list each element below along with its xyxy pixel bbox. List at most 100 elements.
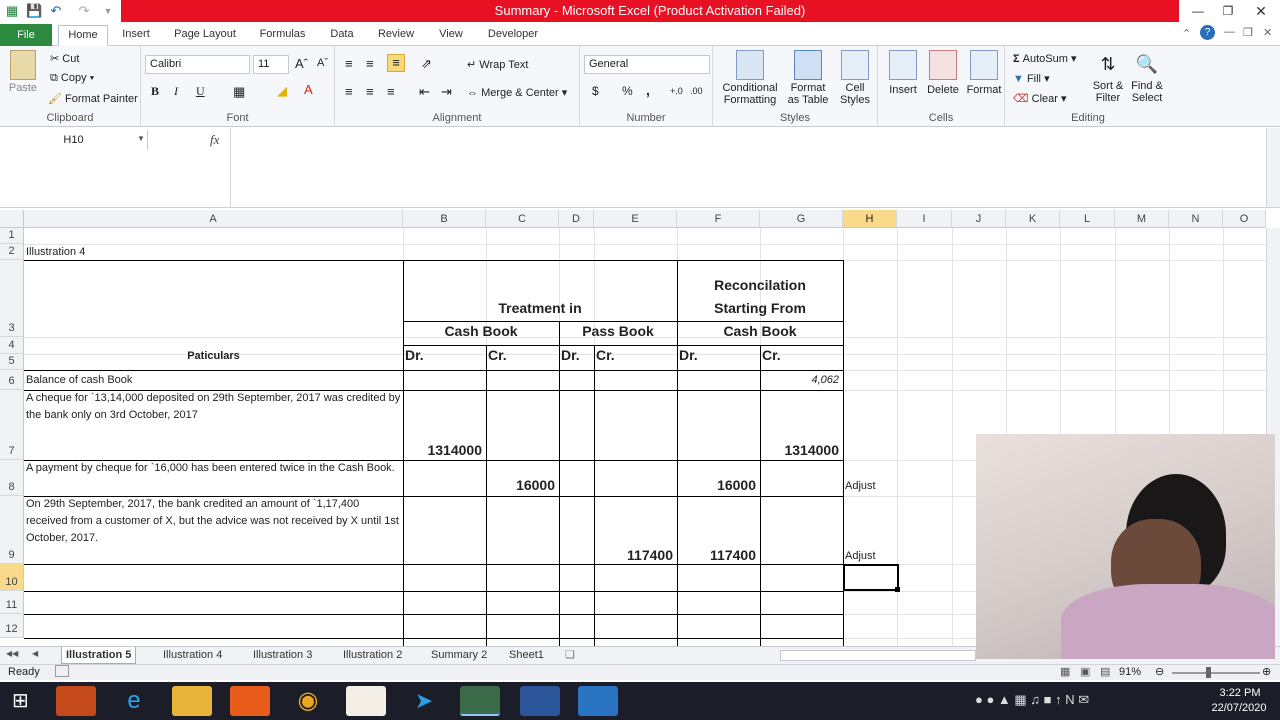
cell-d5[interactable]: Dr. [559, 345, 594, 365]
clear-button[interactable]: ⌫ Clear ▾ [1013, 92, 1067, 105]
horizontal-scrollbar[interactable] [780, 650, 976, 661]
cell-f5[interactable]: Dr. [677, 345, 760, 365]
cell-a2[interactable]: Illustration 4 [24, 244, 224, 261]
row-header-11[interactable]: 11 [0, 591, 24, 614]
zoom-in-icon[interactable]: ⊕ [1262, 665, 1271, 678]
tab-data[interactable]: Data [324, 25, 360, 46]
insert-sheet-icon[interactable]: ❏ [565, 648, 575, 661]
column-header-o[interactable]: O [1223, 210, 1266, 228]
increase-indent-icon[interactable]: ⇥ [441, 84, 452, 100]
font-name-select[interactable]: Calibri [145, 55, 250, 74]
underline-button[interactable]: U [196, 84, 205, 99]
name-box[interactable]: H10 [0, 130, 148, 150]
fill-color-icon[interactable]: ◢ [277, 83, 287, 99]
cell-g7[interactable]: 1314000 [760, 440, 841, 460]
doc-close-icon[interactable]: ✕ [1263, 26, 1272, 39]
zoom-slider[interactable] [1172, 672, 1260, 674]
conditional-formatting-button[interactable]: Conditional Formatting [719, 50, 781, 106]
file-explorer-icon[interactable] [172, 686, 212, 716]
column-header-d[interactable]: D [559, 210, 594, 228]
telegram-icon[interactable]: ➤ [404, 686, 444, 716]
format-as-table-button[interactable]: Format as Table [783, 50, 833, 106]
doc-minimize-icon[interactable]: — [1224, 26, 1235, 38]
clock-date[interactable]: 22/07/2020 [1206, 702, 1272, 714]
column-header-e[interactable]: E [594, 210, 677, 228]
app-icon[interactable] [230, 686, 270, 716]
sheet-tab-sheet1[interactable]: Sheet1 [509, 647, 544, 664]
increase-decimal-icon[interactable]: +.0 [670, 86, 683, 96]
align-center-icon[interactable]: ≡ [366, 84, 374, 99]
winrar-icon[interactable] [56, 686, 96, 716]
sheet-tab-illustration-5[interactable]: Illustration 5 [61, 647, 137, 664]
excel-app-icon[interactable]: ▦ [4, 3, 20, 19]
column-header-i[interactable]: I [897, 210, 952, 228]
cell-f4[interactable]: Cash Book [677, 321, 843, 341]
save-icon[interactable]: 💾 [26, 3, 42, 19]
column-header-h[interactable]: H [843, 210, 897, 228]
cell-a6[interactable]: Balance of cash Book [24, 372, 403, 389]
cell-f8[interactable]: 16000 [677, 475, 758, 495]
fill-handle[interactable] [895, 587, 900, 592]
font-size-select[interactable]: 11 [253, 55, 289, 74]
cell-g6[interactable]: 4,062 [760, 372, 841, 389]
row-header-2[interactable]: 2 [0, 244, 24, 260]
formula-scrollbar[interactable] [1266, 128, 1280, 207]
insert-cells-button[interactable]: Insert [884, 50, 922, 96]
cell-h8[interactable]: Adjust [843, 478, 897, 495]
borders-icon[interactable]: ▦ [233, 84, 245, 100]
find-select-button[interactable]: 🔍 Find & Select [1127, 50, 1167, 104]
row-header-1[interactable]: 1 [0, 228, 24, 244]
column-header-a[interactable]: A [24, 210, 403, 228]
macro-record-icon[interactable] [55, 665, 69, 677]
tab-insert[interactable]: Insert [116, 25, 156, 46]
restore-button[interactable]: ❐ [1213, 0, 1243, 22]
bold-button[interactable]: B [151, 84, 159, 99]
sheet-tab-illustration-4[interactable]: Illustration 4 [163, 647, 222, 664]
cell-f3-line1[interactable]: Reconcilation [677, 275, 843, 295]
cell-b7[interactable]: 1314000 [403, 440, 484, 460]
close-button[interactable]: ✕ [1246, 0, 1276, 22]
autosum-button[interactable]: Σ AutoSum ▾ [1013, 52, 1077, 65]
cell-styles-button[interactable]: Cell Styles [835, 50, 875, 106]
cell-e5[interactable]: Cr. [594, 345, 677, 365]
clock-time[interactable]: 3:22 PM [1210, 687, 1270, 699]
cell-b3[interactable]: Treatment in [403, 298, 677, 318]
formula-input[interactable] [230, 128, 1266, 207]
comma-button[interactable]: , [646, 82, 650, 98]
format-cells-button[interactable]: Format [964, 50, 1004, 96]
row-header-4[interactable]: 4 [0, 337, 24, 354]
row-header-3[interactable]: 3 [0, 260, 24, 337]
column-header-n[interactable]: N [1169, 210, 1223, 228]
select-all-corner[interactable] [0, 210, 24, 228]
cut-button[interactable]: ✂ Cut [50, 52, 79, 65]
name-box-dropdown-icon[interactable]: ▼ [137, 134, 145, 143]
column-header-m[interactable]: M [1115, 210, 1169, 228]
align-left-icon[interactable]: ≡ [345, 84, 353, 99]
redo-icon[interactable]: ↷ [76, 3, 92, 19]
camera-app-icon[interactable] [578, 686, 618, 716]
align-bottom-icon[interactable]: ≡ [387, 54, 405, 72]
row-header-7[interactable]: 7 [0, 390, 24, 460]
wrap-text-button[interactable]: ↵ Wrap Text [467, 58, 528, 71]
cell-a7[interactable]: A cheque for `13,14,000 deposited on 29t… [24, 390, 403, 424]
column-header-k[interactable]: K [1006, 210, 1060, 228]
row-header-5[interactable]: 5 [0, 354, 24, 370]
cell-b4[interactable]: Cash Book [403, 321, 559, 341]
merge-center-button[interactable]: ⇔ Merge & Center ▾ [467, 86, 567, 99]
sheet-tab-summary-2[interactable]: Summary 2 [431, 647, 487, 664]
tab-view[interactable]: View [433, 25, 469, 46]
tab-developer[interactable]: Developer [484, 25, 542, 46]
cell-f9[interactable]: 117400 [677, 545, 758, 565]
cell-g5[interactable]: Cr. [760, 345, 843, 365]
column-header-b[interactable]: B [403, 210, 486, 228]
cell-f3-line2[interactable]: Starting From [677, 298, 843, 318]
tab-page-layout[interactable]: Page Layout [170, 25, 240, 46]
insert-function-icon[interactable]: fx [210, 132, 219, 148]
ribbon-minimize-icon[interactable]: ⌃ [1182, 27, 1191, 40]
zoom-level[interactable]: 91% [1119, 666, 1141, 678]
cell-a5[interactable]: Paticulars [24, 348, 403, 365]
align-middle-icon[interactable]: ≡ [366, 56, 374, 71]
page-break-view-icon[interactable]: ▤ [1100, 665, 1110, 678]
tab-file[interactable]: File [0, 24, 52, 46]
zoom-slider-thumb[interactable] [1206, 667, 1211, 678]
